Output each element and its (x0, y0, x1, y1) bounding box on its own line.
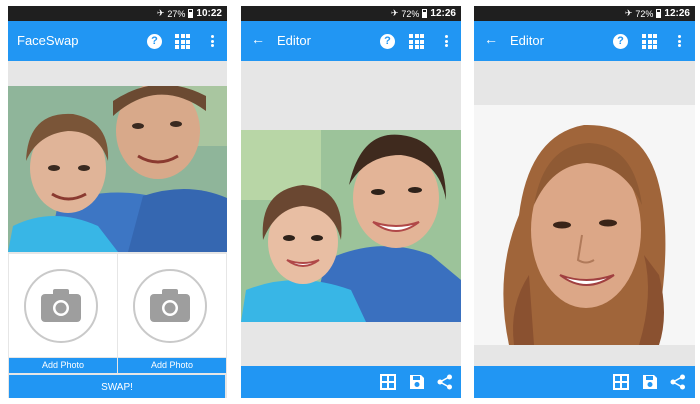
phone-editor-screen-2: ✈ 72% 12:26 ← Editor ? (474, 6, 695, 398)
app-title: Editor (510, 33, 544, 48)
save-icon[interactable] (409, 374, 425, 390)
camera-circle (133, 269, 207, 343)
grid-view-icon[interactable] (380, 374, 396, 390)
edited-photo (241, 130, 461, 322)
airplane-mode-icon: ✈ (156, 8, 165, 18)
grid-view-icon[interactable] (613, 374, 629, 390)
app-bar: ← Editor ? (241, 21, 461, 61)
overflow-menu-icon[interactable] (443, 33, 449, 49)
photo-slot-1[interactable] (9, 254, 117, 357)
grid-icon[interactable] (409, 34, 424, 49)
phone-editor-screen-1: ✈ 72% 12:26 ← Editor ? (241, 6, 461, 398)
status-bar: ✈ 72% 12:26 (241, 6, 461, 21)
camera-icon (150, 289, 190, 322)
camera-circle (24, 269, 98, 343)
status-time: 12:26 (430, 8, 456, 19)
status-bar: ✈ 27% 10:22 (8, 6, 227, 21)
save-icon[interactable] (642, 374, 658, 390)
phone-faceswap-screen: ✈ 27% 10:22 FaceSwap ? Add Photo Add Pho… (8, 6, 227, 398)
grid-icon[interactable] (642, 34, 657, 49)
overflow-menu-icon[interactable] (209, 33, 215, 49)
status-time: 12:26 (664, 8, 690, 19)
status-time: 10:22 (196, 8, 222, 19)
battery-percent: 72% (635, 8, 654, 19)
back-arrow-icon[interactable]: ← (250, 31, 266, 49)
share-icon[interactable] (437, 374, 453, 390)
bottom-toolbar (241, 366, 461, 398)
battery-icon (656, 9, 662, 18)
photo-slot-2[interactable] (118, 254, 226, 357)
add-photo-button-2[interactable]: Add Photo (118, 358, 226, 373)
add-photo-button-1[interactable]: Add Photo (9, 358, 117, 373)
faceswap-photo (8, 86, 227, 252)
grid-icon[interactable] (175, 34, 190, 49)
battery-percent: 27% (167, 8, 186, 19)
status-bar: ✈ 72% 12:26 (474, 6, 695, 21)
app-title: FaceSwap (17, 33, 79, 48)
help-icon[interactable]: ? (147, 34, 162, 49)
swap-button[interactable]: SWAP! (9, 375, 225, 398)
edited-portrait-photo (474, 105, 695, 345)
back-arrow-icon[interactable]: ← (483, 31, 499, 49)
help-icon[interactable]: ? (380, 34, 395, 49)
camera-icon (41, 289, 81, 322)
help-icon[interactable]: ? (613, 34, 628, 49)
airplane-mode-icon: ✈ (624, 8, 633, 18)
battery-percent: 72% (401, 8, 420, 19)
app-title: Editor (277, 33, 311, 48)
battery-icon (188, 9, 194, 18)
overflow-menu-icon[interactable] (676, 33, 682, 49)
app-bar: FaceSwap ? (8, 21, 227, 61)
battery-icon (422, 9, 428, 18)
bottom-toolbar (474, 366, 695, 398)
app-bar: ← Editor ? (474, 21, 695, 61)
airplane-mode-icon: ✈ (390, 8, 399, 18)
share-icon[interactable] (670, 374, 686, 390)
